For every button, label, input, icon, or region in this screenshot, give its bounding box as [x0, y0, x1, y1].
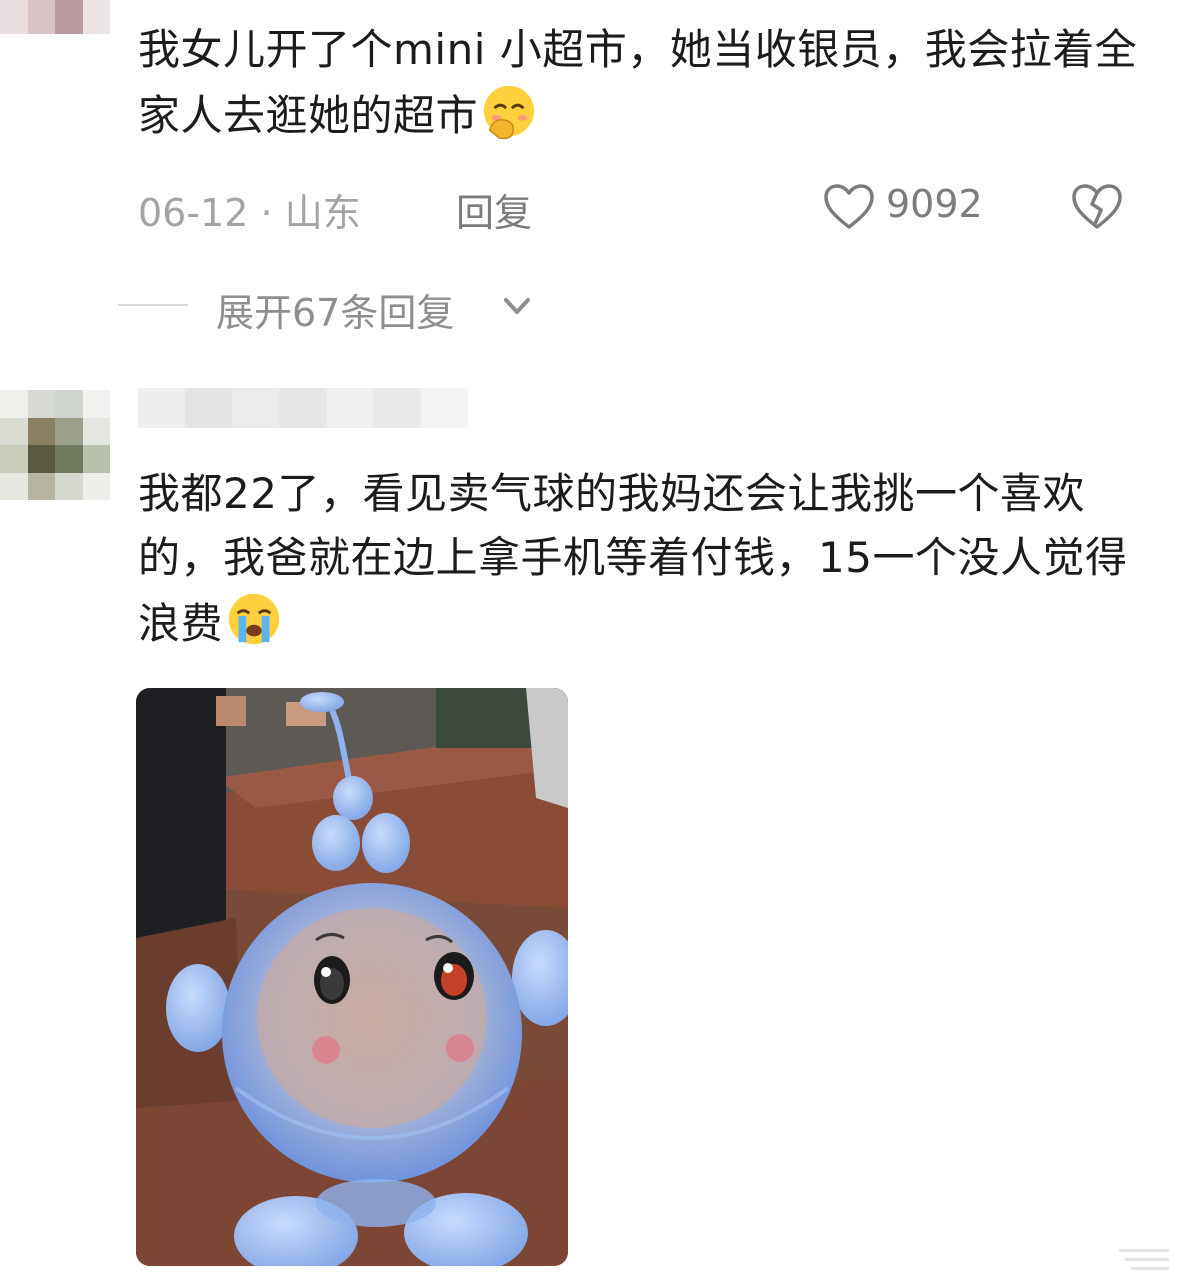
chevron-down-icon[interactable] — [500, 292, 534, 320]
loudly-crying-face-emoji — [228, 593, 280, 645]
comment-date-location: 06-12 · 山东 — [138, 191, 361, 235]
divider-line — [118, 304, 188, 306]
comment-meta: 06-12 · 山东 回复 9092 — [138, 180, 1128, 235]
expand-replies-label[interactable]: 展开67条回复 — [216, 282, 454, 337]
reply-button[interactable]: 回复 — [456, 182, 532, 237]
shy-smiling-face-emoji — [483, 85, 535, 140]
comment-text: 我女儿开了个mini 小超市，她当收银员，我会拉着全家人去逛她的超市 — [138, 25, 1138, 140]
avatar[interactable] — [0, 0, 110, 34]
blue-balloon-doll-photo[interactable] — [136, 688, 568, 1266]
heart-outline-icon[interactable] — [822, 182, 876, 232]
username-blurred[interactable] — [138, 388, 468, 428]
like-count: 9092 — [886, 182, 983, 226]
scroll-indicator — [1119, 1249, 1169, 1270]
avatar[interactable] — [0, 390, 110, 500]
broken-heart-icon[interactable] — [1070, 182, 1124, 232]
comment-text: 我都22了，看见卖气球的我妈还会让我挑一个喜欢的，我爸就在边上拿手机等着付钱，1… — [138, 469, 1128, 648]
